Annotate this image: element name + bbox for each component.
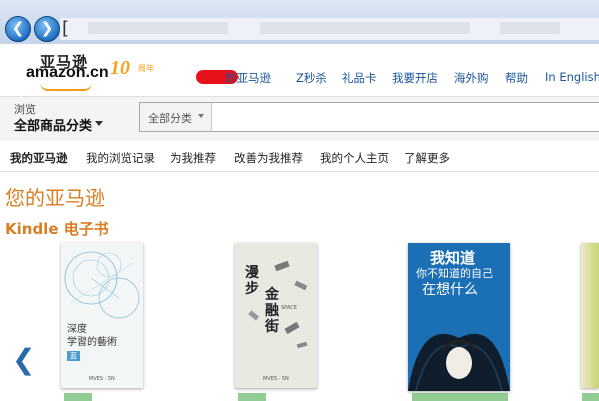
book-cover[interactable] <box>581 243 599 388</box>
book-title-part: 在想什么 <box>422 282 478 298</box>
link-my-amazon[interactable]: 的亚马逊 <box>225 70 271 86</box>
all-categories-menu[interactable]: 全部商品分类 <box>14 115 92 134</box>
logo-smile-icon <box>40 83 92 91</box>
anniversary-badge: 10 <box>110 57 130 79</box>
book-cover[interactable]: 我知道 你不知道的自己 在想什么 <box>408 243 510 391</box>
subnav-my-amazon[interactable]: 我的亚马逊 <box>10 150 68 166</box>
book-cover[interactable]: 深度 学習的藝術 蓝 MVES · 5N <box>61 243 143 388</box>
logo-en-text[interactable]: amazon.cn <box>26 64 109 82</box>
book-footer: MVES · 5N <box>89 376 115 382</box>
link-flash-sale[interactable]: Z秒杀 <box>296 70 327 86</box>
subnav-recommended[interactable]: 为我推荐 <box>170 150 216 166</box>
carousel-prev-icon[interactable]: ❮ <box>12 345 35 375</box>
book-title: 深度 学習的藝術 <box>67 324 117 348</box>
caret-down-icon[interactable] <box>198 114 204 118</box>
link-english[interactable]: In English <box>545 70 599 84</box>
book-art-circles <box>64 251 140 319</box>
link-gift-card[interactable]: 礼品卡 <box>342 70 377 86</box>
book-price-text <box>238 393 266 401</box>
book-price-text <box>64 393 92 401</box>
book-price-text <box>412 393 508 401</box>
back-arrow-icon[interactable]: ❮ <box>5 16 31 42</box>
subnav-profile[interactable]: 我的个人主页 <box>320 150 389 166</box>
link-help[interactable]: 帮助 <box>505 70 528 86</box>
forward-arrow-icon[interactable]: ❯ <box>34 16 60 42</box>
blurred-region <box>260 22 470 34</box>
anniversary-suffix: 周年 <box>138 64 154 73</box>
link-open-store[interactable]: 我要开店 <box>392 70 438 86</box>
blurred-region <box>500 22 560 34</box>
section-title[interactable]: Kindle 电子书 <box>5 218 109 239</box>
caret-down-icon[interactable] <box>95 121 103 126</box>
blurred-region <box>88 22 228 34</box>
page-title: 您的亚马逊 <box>5 186 105 210</box>
book-badge: 蓝 <box>67 351 80 361</box>
subnav-learn-more[interactable]: 了解更多 <box>404 150 450 166</box>
book-title-part: 漫步 <box>245 265 259 297</box>
address-text: [ <box>62 18 70 39</box>
link-overseas[interactable]: 海外购 <box>454 70 489 86</box>
book-subtitle: SPACE <box>281 305 297 311</box>
subnav-improve-recommendations[interactable]: 改善为我推荐 <box>234 150 303 166</box>
search-category-label[interactable]: 全部分类 <box>148 110 192 126</box>
subnav-browsing-history[interactable]: 我的浏览记录 <box>86 150 155 166</box>
book-price-text <box>582 393 599 401</box>
book-title-part: 金融街 <box>265 287 279 335</box>
book-cover[interactable]: 漫步 金融街 SPACE MVES · 5N <box>235 243 317 388</box>
book-footer: MVES · 5N <box>263 376 289 382</box>
